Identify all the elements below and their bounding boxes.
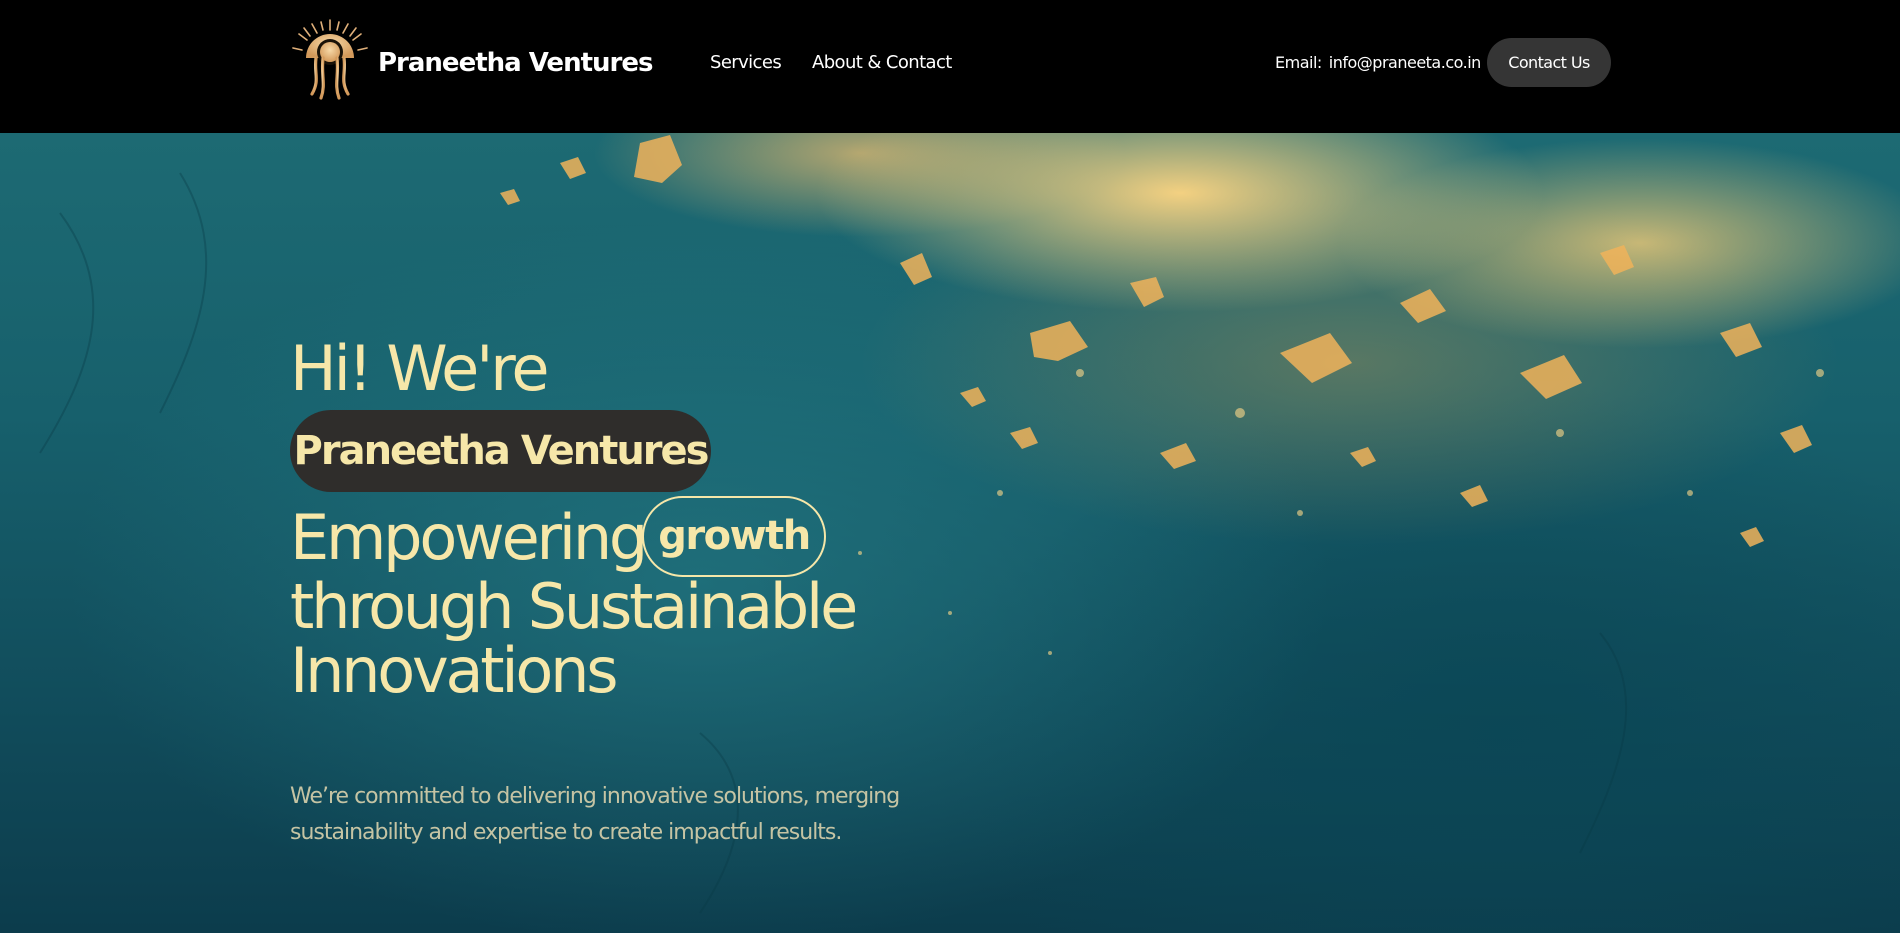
- hero-section: Hi! We're Praneetha Ventures Empowering …: [0, 133, 1900, 933]
- header-email: Email: info@praneeta.co.in: [1275, 53, 1481, 72]
- hero-description: We’re committed to delivering innovative…: [290, 784, 900, 845]
- headline-line-2: through Sustainable: [290, 570, 858, 643]
- hero-greeting: Hi! We're: [290, 332, 550, 405]
- brand-name[interactable]: Praneetha Ventures: [378, 48, 653, 78]
- nav-about-contact-link[interactable]: About & Contact: [812, 52, 952, 73]
- headline-word-empowering: Empowering: [290, 501, 648, 574]
- email-label: Email:: [1275, 53, 1322, 72]
- nav-services-link[interactable]: Services: [710, 52, 782, 73]
- growth-pill: growth: [642, 496, 826, 577]
- site-header: Praneetha Ventures Services About & Cont…: [0, 0, 1900, 133]
- email-address-link[interactable]: info@praneeta.co.in: [1329, 53, 1482, 72]
- sun-jellyfish-logo-icon[interactable]: [290, 18, 370, 100]
- hero-name-pill: Praneetha Ventures: [290, 410, 711, 492]
- contact-us-button[interactable]: Contact Us: [1487, 38, 1611, 87]
- headline-line-3: Innovations: [290, 634, 619, 707]
